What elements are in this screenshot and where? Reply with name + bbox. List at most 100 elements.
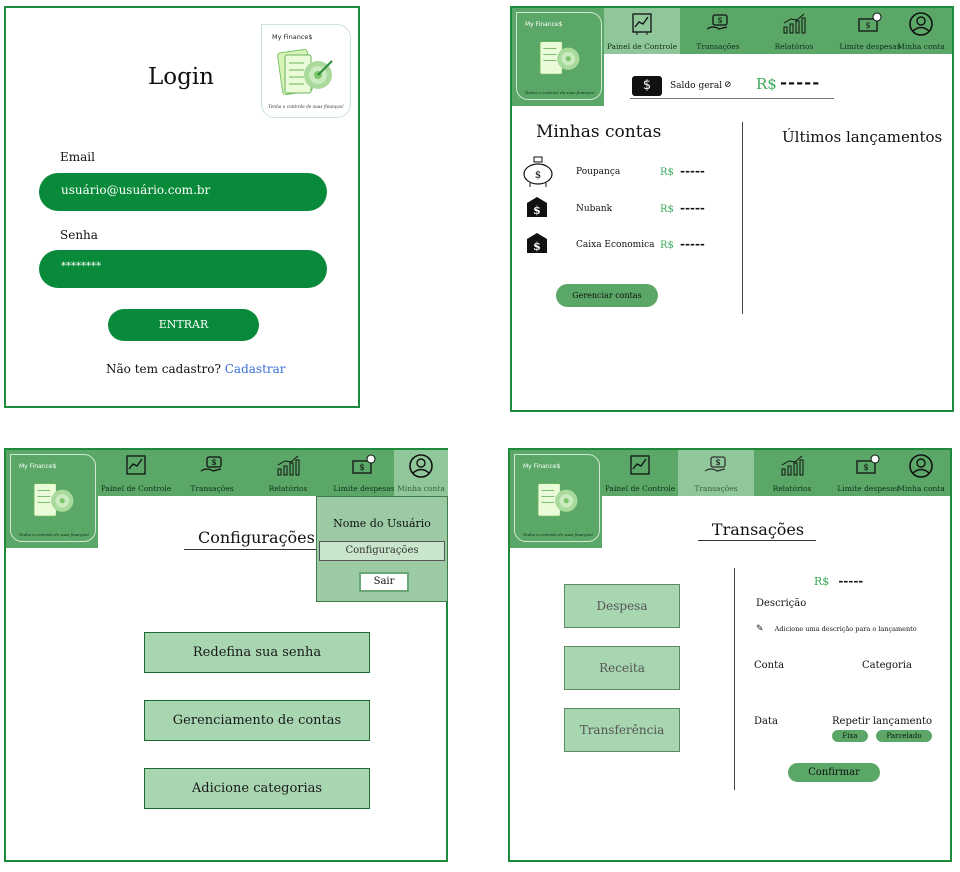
- dashboard-chart-icon: [630, 455, 650, 475]
- bar-chart-icon: [781, 455, 804, 476]
- page-title: Configurações: [198, 528, 315, 547]
- balance-currency: R$: [756, 75, 777, 93]
- logo-title: My Finance$: [525, 21, 563, 28]
- nav-transactions-label: Transações: [190, 484, 234, 493]
- repeat-installments-toggle[interactable]: Parcelado: [876, 730, 932, 742]
- nav-dashboard-label: Painel de Controle: [604, 484, 676, 493]
- logo-title: My Finance$: [19, 463, 57, 470]
- title-underline: [184, 549, 318, 550]
- page-title: Transações: [711, 520, 805, 539]
- checklist-target-icon: [539, 41, 580, 75]
- dashboard-chart-icon: [632, 13, 652, 35]
- nav-transactions[interactable]: $ Transações: [680, 8, 756, 54]
- latest-title: Últimos lançamentos: [782, 128, 943, 146]
- nav-account[interactable]: Minha conta: [394, 450, 448, 496]
- user-icon: [909, 454, 933, 478]
- money-limit-icon: $: [352, 454, 376, 474]
- column-divider: [742, 122, 743, 314]
- nav-transactions[interactable]: $ Transações: [678, 450, 754, 496]
- nav-account[interactable]: Minha conta: [890, 450, 952, 496]
- svg-text:$: $: [211, 458, 216, 467]
- amount-field[interactable]: R$ -----: [814, 570, 884, 588]
- manage-accounts-button[interactable]: Gerenciar contas: [556, 284, 658, 307]
- nav-dashboard[interactable]: Painel de Controle: [602, 450, 678, 496]
- nav-account[interactable]: Minha conta: [888, 8, 954, 54]
- add-categories-button[interactable]: Adicione categorias: [144, 768, 370, 809]
- account-name: Nubank: [576, 204, 613, 214]
- repeat-fixed-toggle[interactable]: Fixa: [832, 730, 868, 742]
- money-limit-icon: $: [856, 454, 880, 474]
- account-value: -----: [680, 237, 705, 251]
- svg-text:$: $: [533, 240, 541, 253]
- enter-button[interactable]: ENTRAR: [108, 309, 259, 341]
- nav-account-label: Minha conta: [897, 484, 945, 493]
- menu-settings[interactable]: Configurações: [319, 541, 445, 561]
- password-field[interactable]: ********: [39, 250, 327, 288]
- svg-text:$: $: [863, 463, 868, 472]
- hand-money-icon: $: [706, 14, 728, 30]
- confirm-button[interactable]: Confirmar: [788, 763, 880, 782]
- dashboard-screen: Painel de Controle $ Transações Relatóri…: [510, 6, 954, 412]
- description-input[interactable]: ✎ Adicione uma descrição para o lançamen…: [756, 616, 936, 634]
- svg-text:$: $: [535, 170, 541, 181]
- logout-button[interactable]: Sair: [359, 572, 409, 592]
- account-row[interactable]: $ Nubank R$ -----: [520, 194, 730, 224]
- income-button[interactable]: Receita: [564, 646, 680, 690]
- account-row[interactable]: $ Caixa Economica R$ -----: [520, 230, 740, 260]
- expense-button[interactable]: Despesa: [564, 584, 680, 628]
- user-icon: [409, 454, 433, 478]
- amount-currency: R$: [814, 575, 830, 588]
- logo-tagline: Tenha o controle de suas finanças!: [268, 105, 344, 110]
- repeat-label: Repetir lançamento: [832, 716, 932, 727]
- nav-limits[interactable]: $ Limite despesas: [326, 450, 402, 496]
- hand-money-icon: $: [200, 456, 222, 472]
- account-select[interactable]: Conta: [754, 660, 784, 671]
- nav-reports[interactable]: Relatórios: [756, 8, 832, 54]
- nav-account-label: Minha conta: [897, 42, 945, 51]
- date-field[interactable]: Data: [754, 716, 778, 727]
- category-select[interactable]: Categoria: [862, 660, 912, 671]
- account-row[interactable]: $ Poupança R$ -----: [520, 156, 730, 188]
- accounts-title: Minhas contas: [536, 122, 662, 142]
- account-dropdown: Nome do Usuário Configurações Sair: [316, 496, 448, 602]
- nav-transactions[interactable]: $ Transações: [174, 450, 250, 496]
- checklist-target-icon: [33, 483, 74, 517]
- email-field[interactable]: usuário@usuário.com.br: [39, 173, 327, 211]
- user-icon: [909, 12, 933, 36]
- pencil-icon: ✎: [756, 624, 764, 634]
- settings-screen: Painel de Controle $ Transações Relatóri…: [4, 448, 448, 862]
- logo: My Finance$ Tenha o controle de suas fin…: [6, 450, 98, 548]
- balance-value: -----: [780, 73, 821, 93]
- logo-title: My Finance$: [523, 463, 561, 470]
- manage-accounts-button[interactable]: Gerenciamento de contas: [144, 700, 370, 741]
- menu-user-name: Nome do Usuário: [333, 517, 431, 530]
- svg-text:$: $: [717, 16, 722, 25]
- password-value: ********: [61, 261, 101, 272]
- account-name: Poupança: [576, 167, 621, 177]
- svg-text:$: $: [359, 463, 364, 472]
- reset-password-button[interactable]: Redefina sua senha: [144, 632, 370, 673]
- nav-dashboard[interactable]: Painel de Controle: [604, 8, 680, 54]
- nav-account-label: Minha conta: [397, 484, 445, 493]
- nav-reports[interactable]: Relatórios: [250, 450, 326, 496]
- transfer-button[interactable]: Transferência: [564, 708, 680, 752]
- dashboard-chart-icon: [126, 455, 146, 475]
- logo-title: My Finance$: [272, 33, 313, 41]
- logo-tagline: Tenha o controle de suas finanças!: [522, 532, 594, 537]
- login-screen: My Finance$ Tenha o controle de suas fin…: [4, 6, 360, 408]
- signup-link[interactable]: Cadastrar: [225, 362, 286, 376]
- signup-line: Não tem cadastro? Cadastrar: [106, 362, 286, 376]
- title-underline: [698, 540, 816, 541]
- logo-tagline: Tenha o controle de suas finanças!: [18, 532, 90, 537]
- logo: My Finance$ Tenha o controle de suas fin…: [512, 8, 604, 106]
- nav-transactions-label: Transações: [694, 484, 738, 493]
- account-currency: R$: [660, 167, 674, 178]
- account-currency: R$: [660, 240, 674, 251]
- eye-slash-icon[interactable]: ⊘: [724, 80, 732, 90]
- signup-prompt: Não tem cadastro?: [106, 362, 221, 376]
- account-name: Caixa Economica: [576, 240, 655, 250]
- nav-transactions-label: Transações: [696, 42, 740, 51]
- nav-reports[interactable]: Relatórios: [754, 450, 830, 496]
- balance-card: $ Saldo geral ⊘ R$ -----: [630, 73, 834, 99]
- nav-dashboard[interactable]: Painel de Controle: [98, 450, 174, 496]
